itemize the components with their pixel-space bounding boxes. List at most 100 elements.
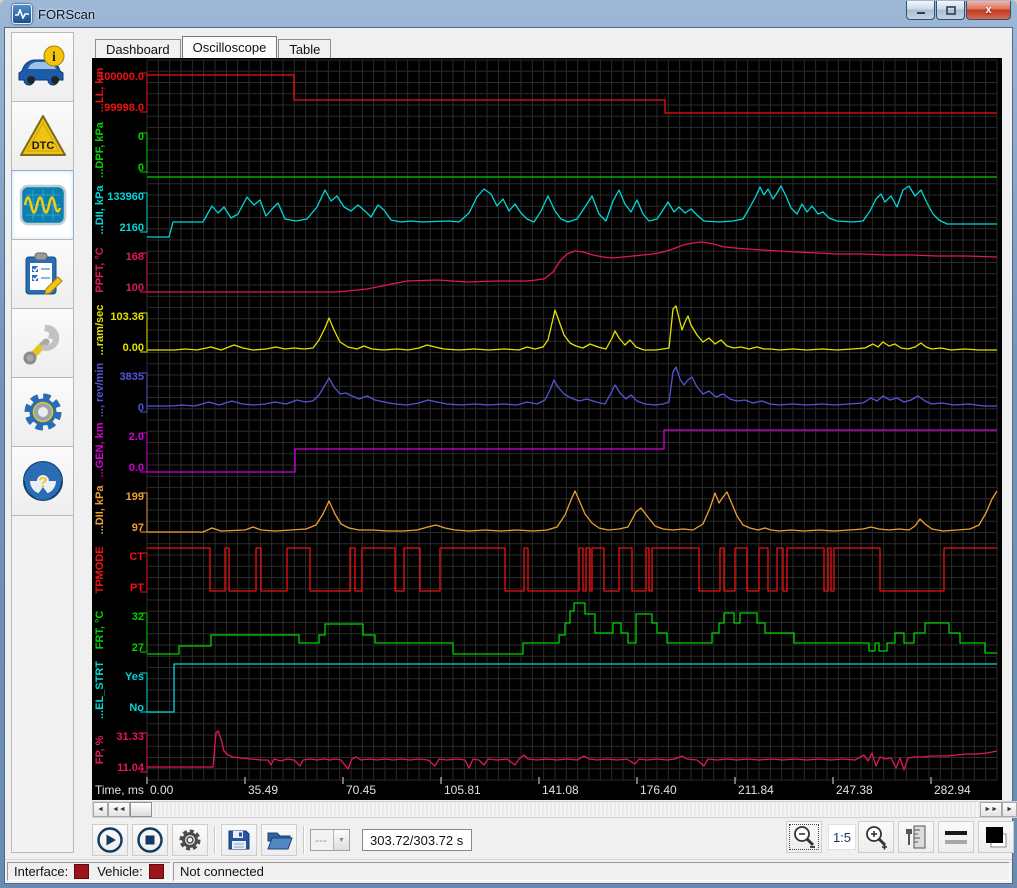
- sidebar-panel: [11, 515, 74, 853]
- toolbar-separator: [303, 826, 304, 854]
- tab-oscilloscope[interactable]: Oscilloscope: [182, 36, 278, 58]
- lane-unit-label: TPMODE: [94, 546, 106, 593]
- tests-clipboard-icon: [18, 251, 68, 297]
- transport-toolbar: --- ▼ 303.72/303.72 s: [92, 818, 1017, 859]
- sidebar-item-help[interactable]: ?: [11, 446, 74, 516]
- svg-text:DTC: DTC: [31, 140, 54, 152]
- measure-button[interactable]: [898, 821, 934, 853]
- scope-background: [92, 58, 1002, 800]
- lane-unit-label: ...GEN, km: [94, 422, 106, 477]
- lane-unit-label: ...DPF, kPa: [94, 121, 106, 178]
- oscilloscope-canvas[interactable]: ...LL, km100000.099998.0...DPF, kPa00...…: [92, 58, 1002, 800]
- open-button[interactable]: [261, 824, 297, 856]
- connection-status-panel: Interface: Vehicle:: [7, 862, 171, 881]
- color-swatch-icon: [982, 823, 1010, 851]
- play-button[interactable]: [92, 824, 128, 856]
- time-position-field[interactable]: 303.72/303.72 s: [362, 829, 472, 851]
- lane-unit-label: FP, %: [94, 736, 106, 765]
- stop-icon: [136, 826, 164, 854]
- lane-unit-label: ...DII, kPa: [94, 485, 106, 535]
- sidebar-item-tests[interactable]: [11, 239, 74, 309]
- car-info-icon: i: [18, 44, 68, 90]
- status-bar: Interface: Vehicle: Not connected: [5, 859, 1012, 883]
- chevron-down-icon[interactable]: ▼: [333, 830, 349, 850]
- lines-icon: [942, 823, 970, 851]
- vehicle-label: Vehicle:: [97, 864, 143, 879]
- lane-max-tick: 100000.0: [98, 71, 144, 83]
- tab-dashboard[interactable]: Dashboard: [95, 39, 181, 58]
- minimize-button[interactable]: [906, 1, 935, 20]
- time-tick-label: 211.84: [738, 783, 774, 797]
- dtc-warning-icon: DTC: [18, 113, 68, 159]
- scrollbar-track[interactable]: [152, 802, 980, 817]
- zoom-out-icon: [790, 823, 818, 851]
- folder-icon: [265, 826, 293, 854]
- ruler-icon: [903, 823, 929, 851]
- time-tick-label: 141.08: [542, 783, 579, 797]
- time-tick-label: 282.94: [934, 783, 971, 797]
- svg-text:?: ?: [38, 474, 47, 491]
- lane-unit-label: PPFT, °C: [94, 247, 106, 292]
- time-tick-label: 176.40: [640, 783, 677, 797]
- interface-label: Interface:: [14, 864, 68, 879]
- combobox-value: ---: [311, 833, 333, 847]
- save-icon: [225, 826, 253, 854]
- sidebar-item-dtc[interactable]: DTC: [11, 101, 74, 171]
- sidebar-item-service[interactable]: [11, 308, 74, 378]
- play-icon: [96, 826, 124, 854]
- zoom-out-button[interactable]: [786, 821, 822, 853]
- zoom-in-icon: [862, 823, 890, 851]
- forscan-window: FORScan x i: [0, 0, 1017, 888]
- time-scrollbar[interactable]: ◄ ◄◄ ►► ►: [92, 801, 1017, 818]
- time-tick-label: 35.49: [248, 783, 278, 797]
- lane-unit-label: FRT, °C: [94, 611, 106, 650]
- close-button[interactable]: x: [966, 1, 1011, 20]
- sidebar-item-oscilloscope[interactable]: [11, 170, 74, 240]
- time-tick-label: 0.00: [150, 783, 174, 797]
- oscilloscope-icon: [18, 182, 68, 228]
- gear-icon: [18, 389, 68, 435]
- scroll-left-button[interactable]: ◄: [93, 802, 108, 817]
- zoom-ratio-label: 1:5: [828, 824, 856, 850]
- scrollbar-thumb[interactable]: [130, 802, 152, 817]
- lane-unit-label: ...DII, kPa: [94, 185, 106, 235]
- save-button[interactable]: [221, 824, 257, 856]
- sidebar: i DTC: [5, 28, 85, 859]
- lane-unit-label: ..., rev/min: [94, 363, 106, 418]
- scroll-left-fast-button[interactable]: ◄◄: [108, 802, 130, 817]
- lane-max-tick: 103.36: [110, 311, 144, 323]
- time-axis-label: Time, ms: [95, 783, 144, 797]
- lane-max-tick: 31.33: [116, 731, 144, 743]
- tab-table[interactable]: Table: [278, 39, 331, 58]
- scroll-right-fast-button[interactable]: ►►: [980, 802, 1002, 817]
- record-settings-button[interactable]: [172, 824, 208, 856]
- lane-unit-label: ...EL_STRT: [94, 661, 106, 719]
- gear-small-icon: [176, 826, 204, 854]
- time-tick-label: 247.38: [836, 783, 873, 797]
- sidebar-item-vehicle-info[interactable]: i: [11, 32, 74, 102]
- svg-text:i: i: [52, 50, 56, 65]
- line-thickness-button[interactable]: [938, 821, 974, 853]
- sidebar-item-settings[interactable]: [11, 377, 74, 447]
- status-message: Not connected: [180, 864, 264, 879]
- app-icon: [12, 4, 32, 24]
- oscilloscope-screen[interactable]: ...LL, km100000.099998.0...DPF, kPa00...…: [92, 58, 1002, 800]
- scroll-right-button[interactable]: ►: [1002, 802, 1017, 817]
- title-bar[interactable]: FORScan x: [4, 0, 1013, 27]
- background-color-button[interactable]: [978, 821, 1014, 853]
- marker-combobox[interactable]: --- ▼: [310, 829, 350, 851]
- time-tick-label: 105.81: [444, 783, 481, 797]
- wrench-icon: [18, 320, 68, 366]
- lane-min-tick: 99998.0: [104, 102, 144, 114]
- lane-max-tick: 133960: [107, 191, 144, 203]
- time-tick-label: 70.45: [346, 783, 376, 797]
- zoom-in-button[interactable]: [858, 821, 894, 853]
- stop-button[interactable]: [132, 824, 168, 856]
- maximize-button[interactable]: [936, 1, 965, 20]
- tab-bar: Dashboard Oscilloscope Table: [92, 36, 1012, 58]
- lane-unit-label: ...ram/sec: [94, 305, 106, 356]
- toolbar-separator: [214, 826, 215, 854]
- vehicle-status-led: [149, 864, 164, 879]
- window-title: FORScan: [38, 7, 95, 22]
- status-message-panel: Not connected: [173, 862, 1010, 881]
